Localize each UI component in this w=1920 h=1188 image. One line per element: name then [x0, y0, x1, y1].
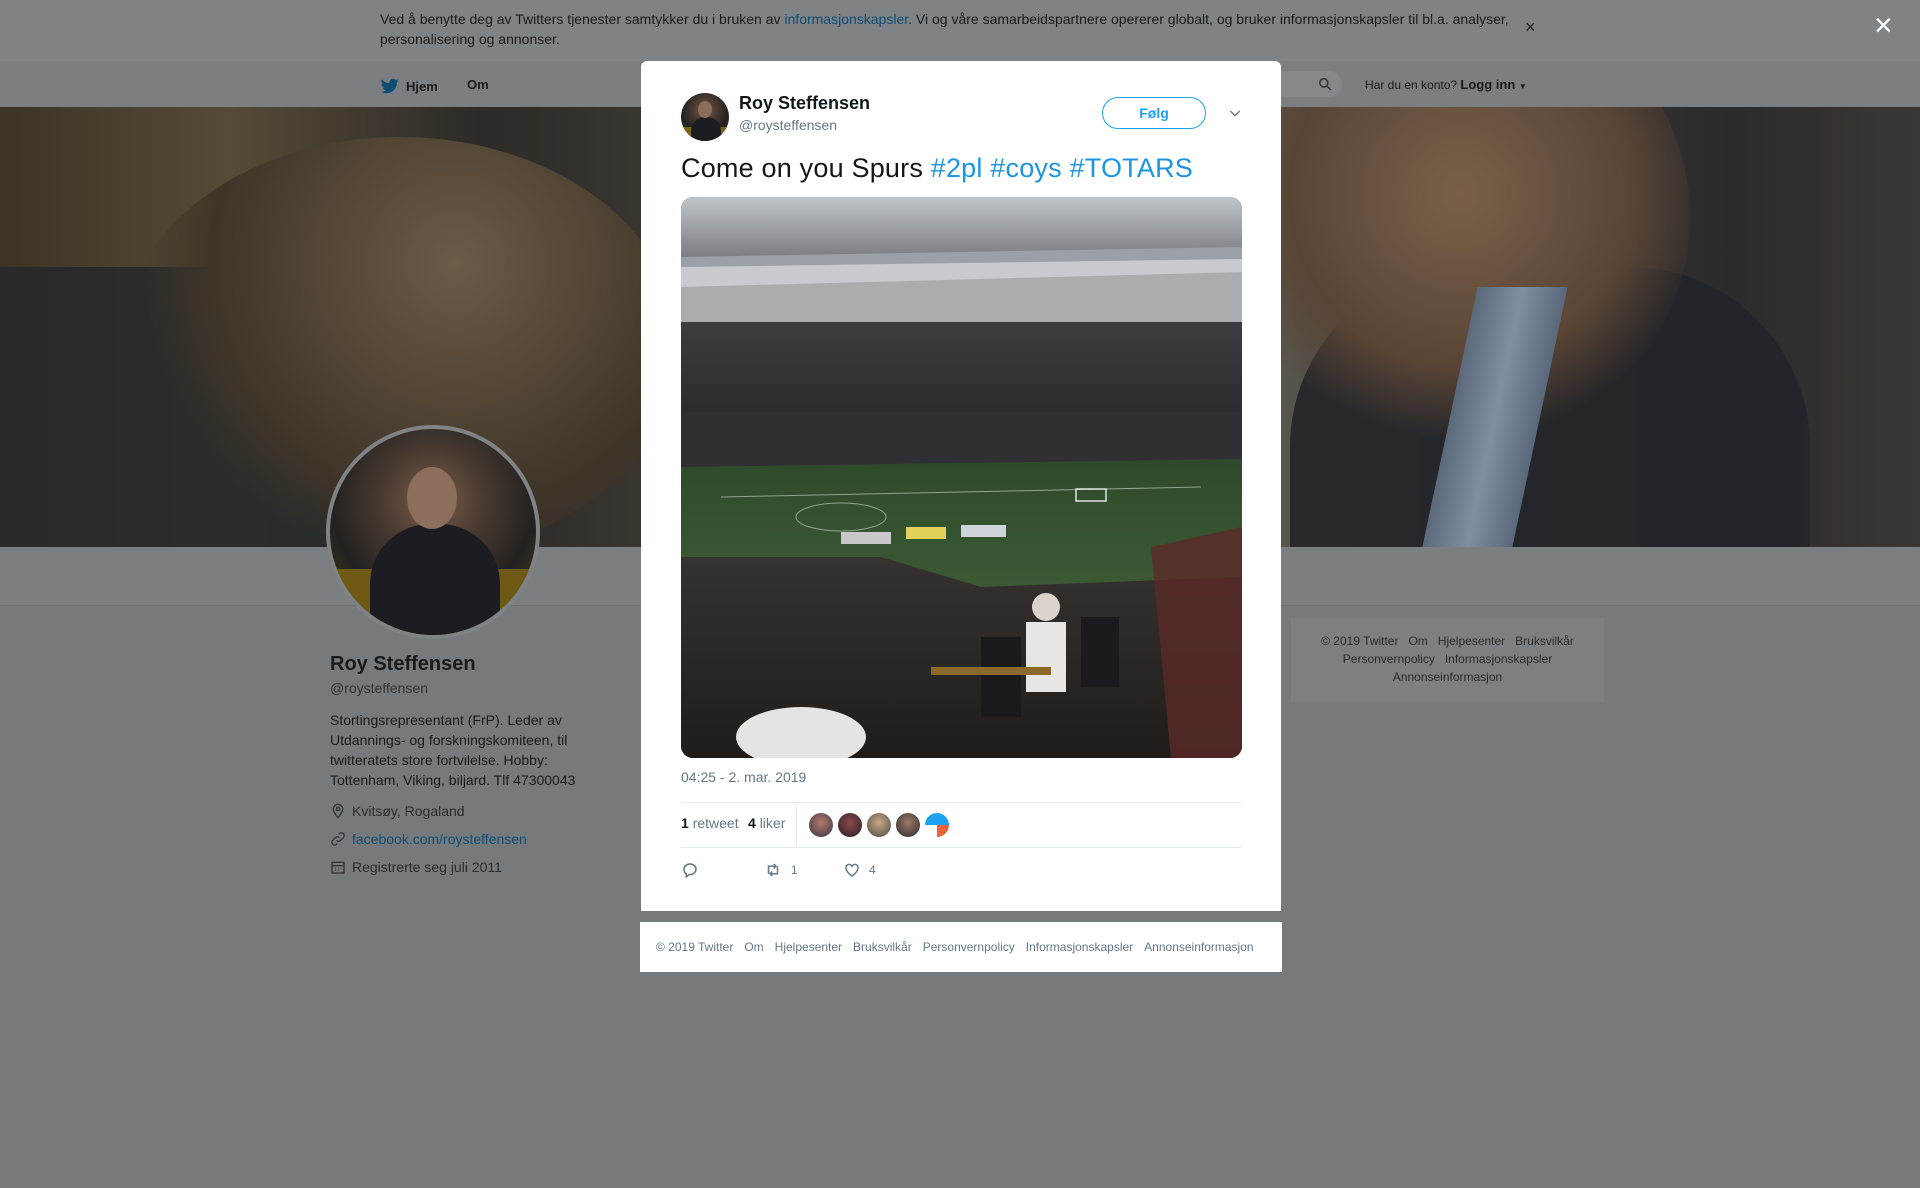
cookie-consent-text: Ved å benytte deg av Twitters tjenester … [380, 9, 1530, 49]
hashtag-link[interactable]: #TOTARS [1070, 153, 1193, 183]
retweet-icon [767, 863, 779, 877]
overlay-close-button[interactable]: × [1874, 9, 1893, 41]
liker-avatar[interactable] [867, 813, 891, 837]
stats-divider [796, 803, 797, 847]
upper-stand [681, 322, 1242, 417]
liker-avatar[interactable] [925, 813, 949, 837]
profile-joined: Registrerte seg juli 2011 [330, 859, 502, 875]
profile-location: Kvitsøy, Rogaland [330, 803, 465, 819]
tweet-photo[interactable] [681, 197, 1242, 758]
avatar-shape [691, 117, 721, 141]
banner-on-pitch [906, 527, 946, 539]
side-footer-row: © 2019 Twitter Om Hjelpesenter Bruksvilkår [1291, 632, 1604, 650]
profile-handle[interactable]: @roysteffensen [330, 680, 428, 696]
nav-home-label: Hjem [406, 78, 438, 94]
cookie-text-start: Ved å benytte deg av Twitters tjenester … [380, 11, 785, 27]
tweet-author-handle[interactable]: @roysteffensen [739, 117, 837, 133]
tweet-actions: 1 4 [681, 861, 1242, 885]
spectator [1032, 593, 1060, 621]
like-action-count: 4 [869, 863, 876, 877]
login-prompt: Har du en konto? [1365, 78, 1458, 92]
retweet-action-count: 1 [791, 863, 798, 877]
search-icon [1319, 78, 1332, 91]
tweet-text: Come on you Spurs #2pl #coys #TOTARS [681, 153, 1193, 184]
calendar-icon [331, 861, 345, 874]
like-count: 4 [748, 815, 756, 831]
liker-avatars [809, 813, 949, 837]
avatar-shape [407, 467, 457, 529]
profile-avatar[interactable] [326, 425, 540, 639]
login-dropdown[interactable]: Logg inn ▼ [1460, 77, 1526, 92]
cookie-close-button[interactable]: × [1525, 17, 1536, 37]
side-footer-row: Personvernpolicy Informasjonskapsler [1291, 650, 1604, 668]
roof-bright [681, 259, 1242, 332]
footer-link[interactable]: Bruksvilkår [853, 940, 912, 954]
follow-button[interactable]: Følg [1102, 97, 1206, 129]
like-label: liker [759, 815, 786, 831]
nav-about-link[interactable]: Om [467, 77, 489, 92]
location-text: Kvitsøy, Rogaland [352, 803, 465, 819]
retweet-count: 1 [681, 815, 689, 831]
banner-on-pitch [961, 525, 1006, 537]
profile-bio: Stortingsrepresentant (FrP). Leder av Ut… [330, 712, 576, 788]
link-icon [331, 832, 345, 846]
nav-home-link[interactable]: Hjem [380, 77, 438, 95]
tweet-stats: 1 retweet 4 liker [681, 802, 1242, 848]
side-footer-link[interactable]: © 2019 Twitter [1321, 634, 1398, 648]
retweet-label: retweet [692, 815, 739, 831]
spectator [1026, 622, 1066, 692]
location-pin-icon [332, 803, 344, 819]
side-footer: © 2019 Twitter Om Hjelpesenter Bruksvilkår … [1291, 618, 1604, 702]
hashtag-link[interactable]: #coys [990, 153, 1062, 183]
side-footer-row: Annonseinformasjon [1291, 668, 1604, 686]
footer-link[interactable]: Om [744, 940, 763, 954]
heart-icon [845, 863, 859, 877]
tweet-timestamp[interactable]: 04:25 - 2. mar. 2019 [681, 769, 806, 785]
footer-link[interactable]: Hjelpesenter [775, 940, 842, 954]
caret-down-icon: ▼ [1518, 82, 1527, 91]
avatar-shape [698, 101, 712, 118]
retweet-count-stat[interactable]: 1 retweet [681, 815, 739, 831]
retweet-button[interactable]: 1 [763, 861, 798, 879]
website-link[interactable]: facebook.com/roysteffensen [352, 831, 527, 847]
side-footer-link[interactable]: Personvernpolicy [1343, 652, 1435, 666]
side-footer-link[interactable]: Hjelpesenter [1438, 634, 1505, 648]
spectator [981, 637, 1021, 717]
twitter-bird-icon [380, 78, 399, 94]
side-footer-link[interactable]: Bruksvilkår [1515, 634, 1574, 648]
stadium-photo [681, 197, 1242, 758]
tweet-author-name[interactable]: Roy Steffensen [739, 93, 870, 114]
footer-link[interactable]: Annonseinformasjon [1144, 940, 1253, 954]
side-footer-link[interactable]: Om [1408, 634, 1427, 648]
tweet-author-avatar[interactable] [681, 93, 729, 141]
profile-website: facebook.com/roysteffensen [330, 831, 527, 847]
spectator [1081, 617, 1119, 687]
tweet-text-body: Come on you Spurs [681, 153, 931, 183]
banner-on-pitch [841, 532, 891, 544]
login-label: Logg inn [1460, 77, 1516, 92]
stair-rail [931, 667, 1051, 675]
footer-link[interactable]: Personvernpolicy [923, 940, 1015, 954]
login-area: Har du en konto? Logg inn ▼ [1365, 77, 1527, 92]
cookie-consent-bar: Ved å benytte deg av Twitters tjenester … [0, 0, 1920, 61]
footer-link[interactable]: Informasjonskapsler [1026, 940, 1133, 954]
profile-name[interactable]: Roy Steffensen [330, 653, 476, 676]
liker-avatar[interactable] [838, 813, 862, 837]
hashtag-link[interactable]: #2pl [931, 153, 983, 183]
reply-icon [683, 863, 697, 879]
tweet-modal: Roy Steffensen @roysteffensen Følg Come … [641, 61, 1281, 911]
liker-avatar[interactable] [809, 813, 833, 837]
reply-button[interactable] [681, 861, 707, 879]
footer-link[interactable]: © 2019 Twitter [656, 940, 733, 954]
modal-footer: © 2019 Twitter Om Hjelpesenter Bruksvilk… [640, 922, 1282, 972]
like-button[interactable]: 4 [843, 861, 876, 879]
chevron-down-icon[interactable] [1227, 105, 1243, 121]
joined-text: Registrerte seg juli 2011 [352, 859, 502, 875]
side-footer-link[interactable]: Annonseinformasjon [1393, 670, 1502, 684]
avatar-shape [370, 524, 500, 635]
liker-avatar[interactable] [896, 813, 920, 837]
cookie-policy-link[interactable]: informasjonskapsler [784, 11, 908, 27]
like-count-stat[interactable]: 4 liker [748, 815, 785, 831]
side-footer-link[interactable]: Informasjonskapsler [1445, 652, 1552, 666]
